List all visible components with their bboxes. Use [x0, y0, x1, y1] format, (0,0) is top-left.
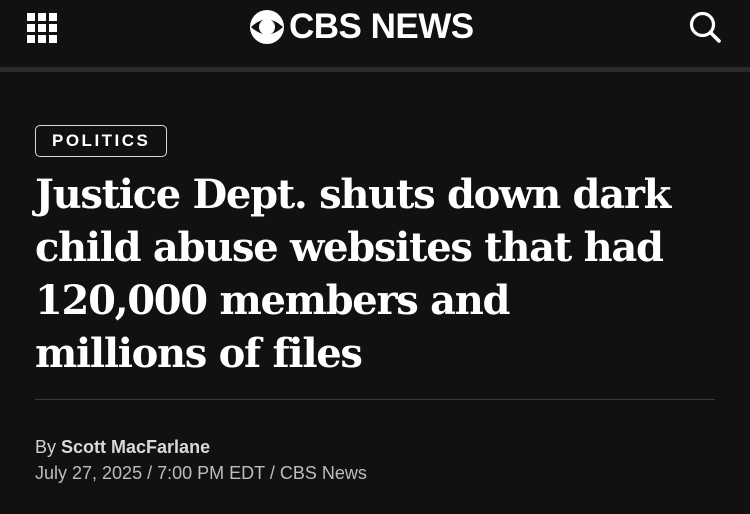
byline: By Scott MacFarlane [35, 436, 210, 458]
meta-separator: / [147, 463, 153, 483]
grid-menu-icon[interactable] [27, 13, 57, 43]
category-tag[interactable]: POLITICS [35, 125, 168, 157]
cbs-news-logo[interactable]: CBS NEWS [249, 9, 474, 45]
logo-wordmark: CBS NEWS [289, 7, 474, 46]
headline-divider [35, 399, 715, 400]
cbs-eye-icon [250, 10, 284, 44]
top-navigation-bar: CBS NEWS [0, 0, 750, 67]
source-name: CBS News [279, 463, 367, 483]
search-icon[interactable] [688, 10, 722, 44]
article-headline: Justice Dept. shuts down dark child abus… [35, 171, 671, 377]
publish-time: 7:00 PM EDT [157, 463, 265, 483]
author-link[interactable]: Scott MacFarlane [61, 437, 210, 457]
meta-separator: / [269, 463, 275, 483]
header-divider [0, 67, 750, 72]
byline-prefix: By [35, 437, 57, 457]
publish-date: July 27, 2025 [35, 463, 143, 483]
article-meta: July 27, 2025 / 7:00 PM EDT / CBS News [35, 462, 367, 484]
